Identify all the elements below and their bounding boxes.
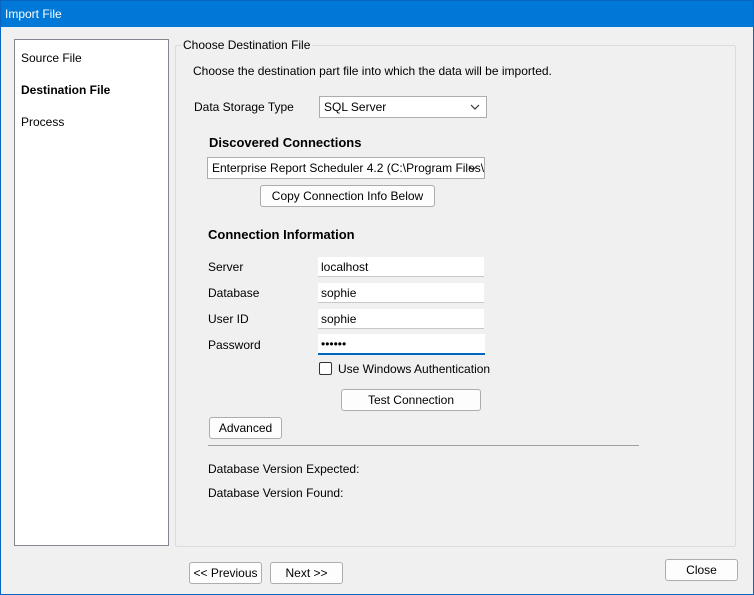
copy-connection-info-button[interactable]: Copy Connection Info Below [260, 185, 435, 207]
connection-information-heading: Connection Information [208, 227, 355, 242]
password-label: Password [208, 338, 261, 352]
next-button[interactable]: Next >> [270, 562, 343, 584]
server-label: Server [208, 260, 244, 274]
groupbox-legend: Choose Destination File [181, 38, 313, 52]
chevron-down-icon [468, 165, 478, 171]
previous-button[interactable]: << Previous [189, 562, 262, 584]
sidebar-item-destination-file[interactable]: Destination File [21, 83, 110, 97]
sidebar-item-process[interactable]: Process [21, 115, 64, 129]
discovered-connections-heading: Discovered Connections [209, 135, 362, 150]
sidebar-item-source-file[interactable]: Source File [21, 51, 82, 65]
storage-type-value: SQL Server [324, 100, 387, 114]
wizard-steps-list[interactable]: Source File Destination File Process [14, 39, 169, 546]
discovered-connections-select[interactable]: Enterprise Report Scheduler 4.2 (C:\Prog… [207, 157, 485, 179]
database-label: Database [208, 286, 260, 300]
test-connection-button[interactable]: Test Connection [341, 389, 481, 411]
chevron-down-icon [470, 104, 480, 110]
storage-type-select[interactable]: SQL Server [319, 96, 487, 118]
windows-auth-label[interactable]: Use Windows Authentication [338, 362, 490, 376]
server-input[interactable] [318, 257, 484, 277]
separator-line [208, 445, 639, 446]
advanced-button[interactable]: Advanced [209, 417, 282, 439]
db-version-found-label: Database Version Found: [208, 486, 344, 500]
userid-label: User ID [208, 312, 249, 326]
database-input[interactable] [318, 283, 484, 303]
instruction-text: Choose the destination part file into wh… [193, 64, 552, 78]
discovered-connection-value: Enterprise Report Scheduler 4.2 (C:\Prog… [212, 161, 485, 175]
password-input[interactable] [318, 334, 485, 355]
windows-auth-checkbox[interactable] [319, 362, 332, 375]
userid-input[interactable] [318, 309, 484, 329]
window-title: Import File [1, 1, 753, 27]
storage-type-label: Data Storage Type [194, 100, 294, 114]
db-version-expected-label: Database Version Expected: [208, 462, 360, 476]
close-button[interactable]: Close [665, 559, 738, 581]
import-file-window: Import File Source File Destination File… [0, 0, 754, 595]
